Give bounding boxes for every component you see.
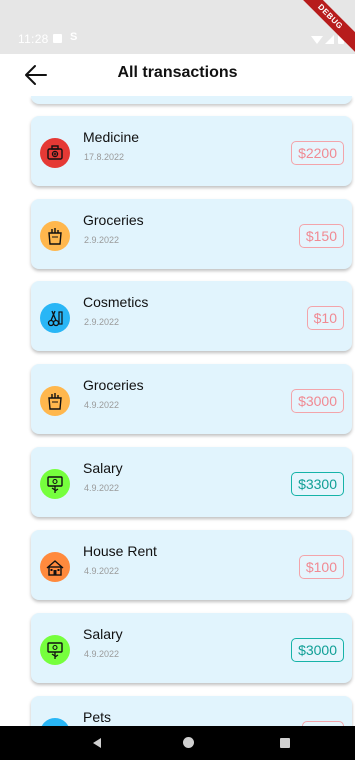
- transaction-amount: $3300: [291, 472, 344, 496]
- transaction-card[interactable]: House Rent 4.9.2022 $100: [31, 530, 352, 600]
- cosmetics-scissors-icon: [40, 303, 70, 333]
- transaction-date: 17.8.2022: [84, 152, 125, 162]
- nav-recents-icon[interactable]: [280, 738, 290, 748]
- transaction-name: Groceries: [83, 377, 144, 393]
- transaction-card[interactable]: Groceries 4.9.2022 $3000: [31, 364, 352, 434]
- transaction-amount: $150: [298, 224, 344, 248]
- page-title: All transactions: [117, 64, 238, 81]
- transaction-amount: $3000: [291, 638, 344, 662]
- transaction-amount: $100: [298, 555, 344, 579]
- system-nav-bar: [0, 726, 355, 760]
- transaction-date: 4.9.2022: [84, 566, 120, 576]
- grocery-bag-icon: [40, 386, 70, 416]
- money-plant-icon: [40, 469, 70, 499]
- transaction-name: Medicine: [83, 129, 140, 145]
- debug-banner: DEBUG: [286, 0, 355, 54]
- app-bar: All transactions: [0, 54, 355, 96]
- medicine-kit-icon: [40, 138, 70, 168]
- carrier-glyph: S: [70, 31, 78, 43]
- transaction-name: House Rent: [83, 543, 157, 559]
- previous-card-edge: [31, 96, 352, 104]
- pet-icon: [40, 718, 70, 726]
- transaction-date: 4.9.2022: [84, 400, 120, 410]
- transaction-date: 2.9.2022: [84, 235, 120, 245]
- transaction-card[interactable]: Medicine 17.8.2022 $2200: [31, 116, 352, 186]
- sim-card-icon: [53, 34, 62, 43]
- nav-home-icon[interactable]: [183, 737, 194, 748]
- transaction-amount: $2200: [291, 141, 344, 165]
- transaction-card[interactable]: Cosmetics 2.9.2022 $10: [31, 281, 352, 351]
- transaction-card[interactable]: Groceries 2.9.2022 $150: [31, 199, 352, 269]
- transaction-name: Salary: [83, 460, 123, 476]
- transaction-list[interactable]: Medicine 17.8.2022 $2200 Groceries 2.9.2…: [0, 96, 355, 726]
- status-bar: 11:28 S DEBUG: [0, 0, 355, 54]
- status-time: 11:28: [18, 32, 49, 46]
- transaction-amount: $3000: [291, 389, 344, 413]
- transaction-card[interactable]: Salary 4.9.2022 $3300: [31, 447, 352, 517]
- transaction-name: Cosmetics: [83, 294, 149, 310]
- transaction-date: 2.9.2022: [84, 317, 120, 327]
- money-plant-icon: [40, 635, 70, 665]
- house-icon: [40, 552, 70, 582]
- transaction-card[interactable]: Salary 4.9.2022 $3000: [31, 613, 352, 683]
- transaction-name: Salary: [83, 626, 123, 642]
- transaction-name: Pets: [83, 709, 112, 725]
- grocery-bag-icon: [40, 221, 70, 251]
- nav-back-icon[interactable]: [91, 737, 103, 749]
- transaction-date: 4.9.2022: [84, 483, 120, 493]
- transaction-date: 4.9.2022: [84, 649, 120, 659]
- transaction-card[interactable]: Pets: [31, 696, 352, 726]
- transaction-name: Groceries: [83, 212, 144, 228]
- transaction-amount: $10: [306, 306, 344, 330]
